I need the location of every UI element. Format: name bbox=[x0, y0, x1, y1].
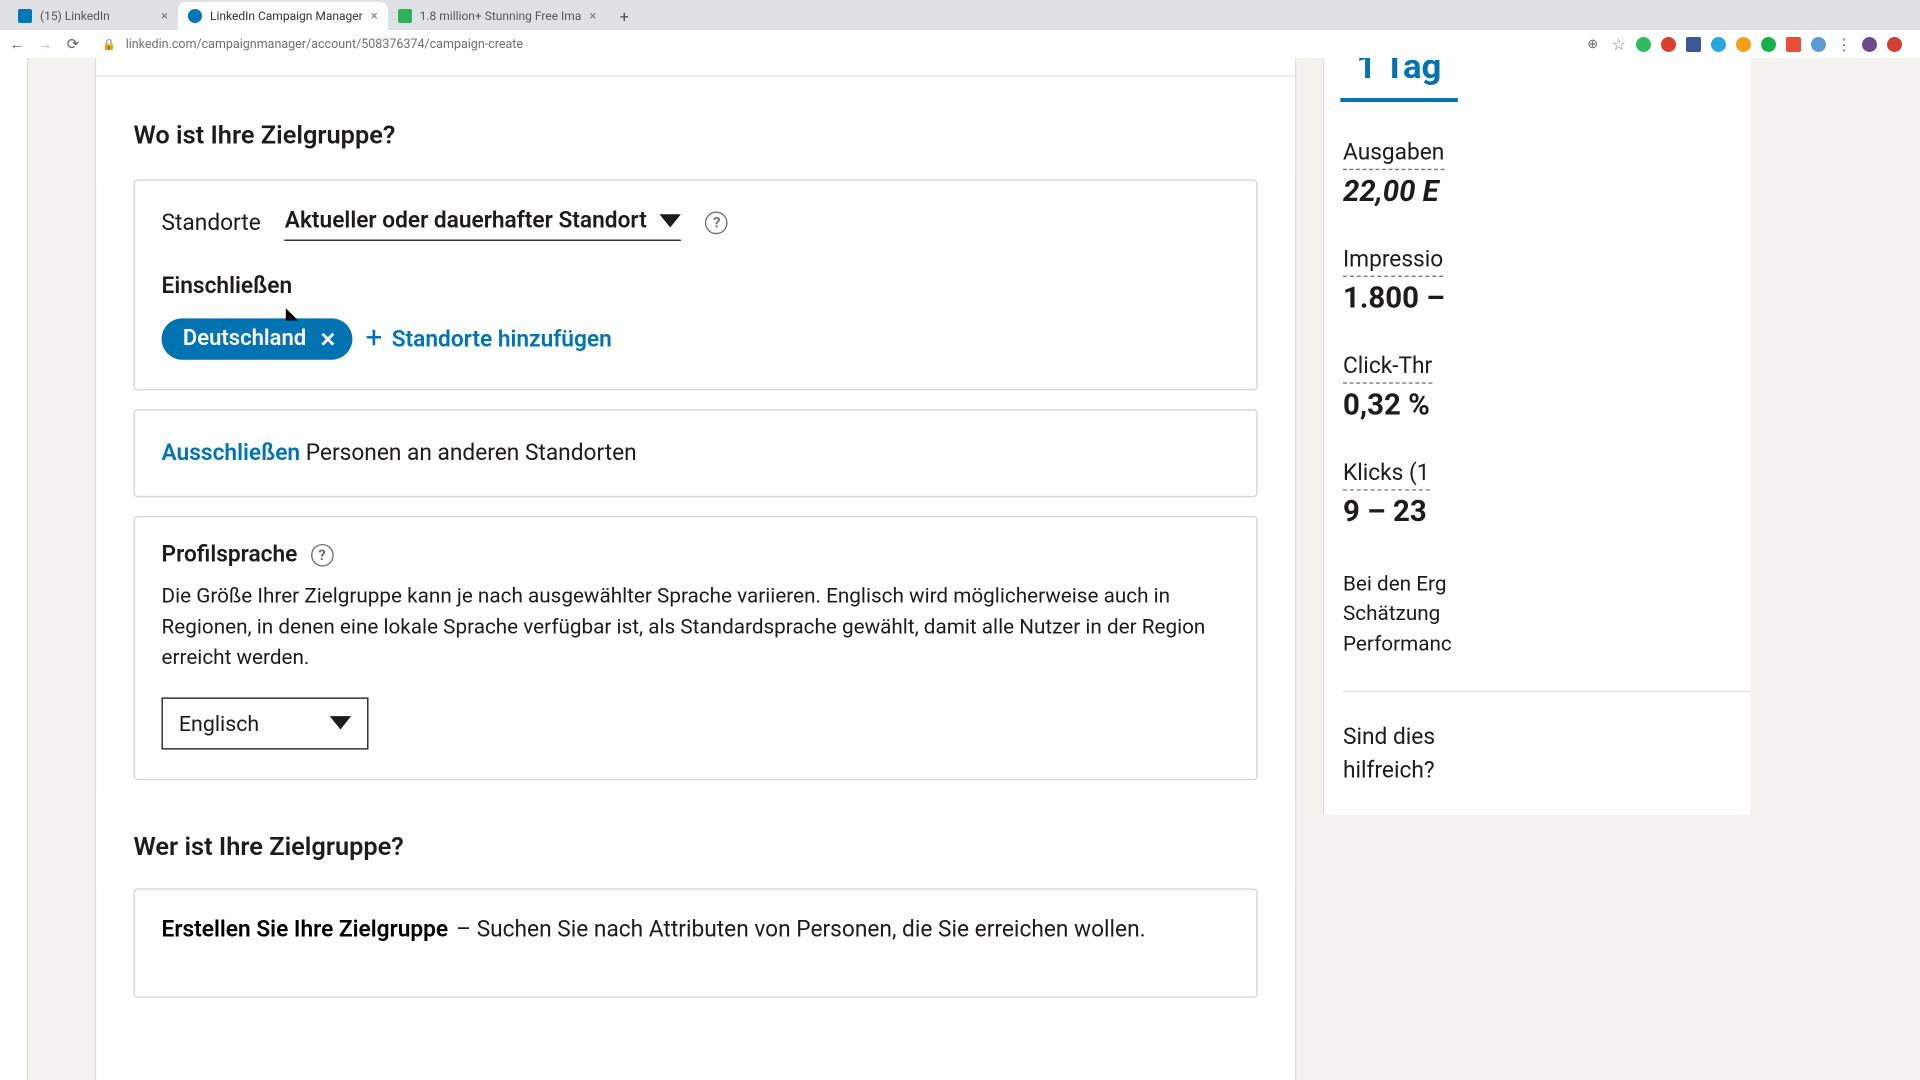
language-select[interactable]: Englisch bbox=[162, 697, 369, 749]
menu-icon[interactable]: ⋮ bbox=[1836, 35, 1852, 54]
section-heading-who: Wer ist Ihre Zielgruppe? bbox=[96, 799, 1295, 888]
extension-icon[interactable] bbox=[1686, 37, 1701, 52]
favicon-pixabay bbox=[398, 9, 412, 23]
location-type-value: Aktueller oder dauerhafter Standort bbox=[285, 208, 647, 235]
address-bar[interactable]: linkedin.com/campaignmanager/account/508… bbox=[126, 37, 1574, 52]
back-button[interactable]: ← bbox=[8, 35, 26, 53]
forecast-panel: 1 Tag Ausgaben 22,00 E Impressio 1.800 –… bbox=[1323, 58, 1750, 815]
extension-icon[interactable] bbox=[1736, 37, 1751, 52]
main-column: Wo ist Ihre Zielgruppe? Standorte Aktuel… bbox=[95, 58, 1297, 1080]
favicon-linkedin-cm bbox=[188, 9, 202, 23]
locations-card: Standorte Aktueller oder dauerhafter Sta… bbox=[134, 179, 1258, 390]
add-locations-label: Standorte hinzufügen bbox=[392, 326, 612, 353]
forecast-note: Bei den Erg Schätzung Performanc bbox=[1343, 569, 1750, 659]
include-label: Einschließen bbox=[162, 273, 1230, 300]
tab-title: (15) LinkedIn bbox=[40, 9, 110, 23]
tab-strip: (15) LinkedIn × LinkedIn Campaign Manage… bbox=[0, 0, 1920, 30]
language-card: Profilsprache ? Die Größe Ihrer Zielgrup… bbox=[134, 516, 1258, 780]
close-icon[interactable]: × bbox=[371, 9, 378, 24]
tab-title: 1.8 million+ Stunning Free Ima bbox=[420, 9, 582, 23]
left-rail bbox=[0, 58, 28, 1080]
language-select-value: Englisch bbox=[179, 711, 259, 736]
extension-icon[interactable] bbox=[1636, 37, 1651, 52]
forecast-spend-value: 22,00 E bbox=[1343, 175, 1750, 208]
location-chip[interactable]: Deutschland ✕ bbox=[162, 318, 353, 359]
extension-icon[interactable] bbox=[1786, 37, 1801, 52]
forecast-feedback-question: Sind dies hilfreich? bbox=[1343, 722, 1750, 788]
extension-icon[interactable] bbox=[1761, 37, 1776, 52]
profile-avatar[interactable] bbox=[1862, 37, 1877, 52]
build-audience-card: Erstellen Sie Ihre Zielgruppe – Suchen S… bbox=[134, 888, 1258, 997]
location-chips-row: Deutschland ✕ + Standorte hinzufügen bbox=[162, 318, 1230, 359]
extension-icon[interactable] bbox=[1711, 37, 1726, 52]
extension-icons: ⊕ ☆ ⋮ bbox=[1584, 35, 1912, 54]
exclude-link[interactable]: Ausschließen bbox=[162, 440, 301, 467]
build-audience-rest: – Suchen Sie nach Attributen von Persone… bbox=[456, 916, 1145, 943]
remove-chip-icon[interactable]: ✕ bbox=[320, 327, 337, 351]
extension-icon[interactable] bbox=[1811, 37, 1826, 52]
location-type-dropdown[interactable]: Aktueller oder dauerhafter Standort bbox=[285, 205, 682, 241]
close-icon[interactable]: × bbox=[161, 9, 168, 24]
tab-title: LinkedIn Campaign Manager bbox=[210, 9, 363, 23]
extension-icon[interactable] bbox=[1661, 37, 1676, 52]
zoom-icon[interactable]: ⊕ bbox=[1584, 37, 1602, 52]
new-tab-button[interactable]: + bbox=[612, 4, 636, 28]
forecast-impressions-value: 1.800 – bbox=[1343, 282, 1750, 315]
forecast-spend-label: Ausgaben bbox=[1343, 139, 1444, 170]
language-description: Die Größe Ihrer Zielgruppe kann je nach … bbox=[162, 581, 1230, 673]
section-heading-where: Wo ist Ihre Zielgruppe? bbox=[96, 77, 1295, 180]
forward-button[interactable]: → bbox=[36, 35, 54, 53]
exclude-card: Ausschließen Personen an anderen Standor… bbox=[134, 409, 1258, 497]
add-locations-link[interactable]: + Standorte hinzufügen bbox=[366, 324, 612, 353]
browser-tab[interactable]: (15) LinkedIn × bbox=[8, 2, 178, 30]
browser-chrome: (15) LinkedIn × LinkedIn Campaign Manage… bbox=[0, 0, 1920, 58]
forecast-tab[interactable]: 1 Tag bbox=[1340, 58, 1457, 102]
help-icon[interactable]: ? bbox=[311, 543, 334, 566]
page-viewport: Wo ist Ihre Zielgruppe? Standorte Aktuel… bbox=[0, 58, 1920, 1080]
reload-button[interactable]: ⟳ bbox=[64, 35, 82, 53]
chip-label: Deutschland bbox=[183, 326, 306, 351]
star-icon[interactable]: ☆ bbox=[1612, 35, 1626, 54]
exclude-text: Personen an anderen Standorten bbox=[306, 440, 637, 467]
forecast-impressions-label: Impressio bbox=[1343, 246, 1443, 277]
address-bar-row: ← → ⟳ 🔒 linkedin.com/campaignmanager/acc… bbox=[0, 30, 1920, 58]
browser-tab[interactable]: 1.8 million+ Stunning Free Ima × bbox=[388, 2, 607, 30]
browser-tab[interactable]: LinkedIn Campaign Manager × bbox=[178, 2, 388, 30]
help-icon[interactable]: ? bbox=[706, 212, 729, 235]
chevron-down-icon bbox=[660, 214, 681, 227]
lock-icon: 🔒 bbox=[102, 38, 116, 51]
forecast-clicks-value: 9 – 23 bbox=[1343, 496, 1750, 529]
forecast-clicks-label: Klicks (1 bbox=[1343, 460, 1430, 491]
favicon-linkedin bbox=[18, 9, 32, 23]
extension-icon[interactable] bbox=[1887, 37, 1902, 52]
build-audience-strong: Erstellen Sie Ihre Zielgruppe bbox=[162, 916, 449, 943]
chevron-down-icon bbox=[330, 717, 351, 730]
locations-label: Standorte bbox=[162, 210, 261, 237]
close-icon[interactable]: × bbox=[589, 9, 596, 24]
language-heading: Profilsprache bbox=[162, 541, 298, 568]
forecast-ctr-value: 0,32 % bbox=[1343, 389, 1750, 422]
plus-icon: + bbox=[366, 324, 383, 353]
forecast-ctr-label: Click-Thr bbox=[1343, 353, 1432, 384]
